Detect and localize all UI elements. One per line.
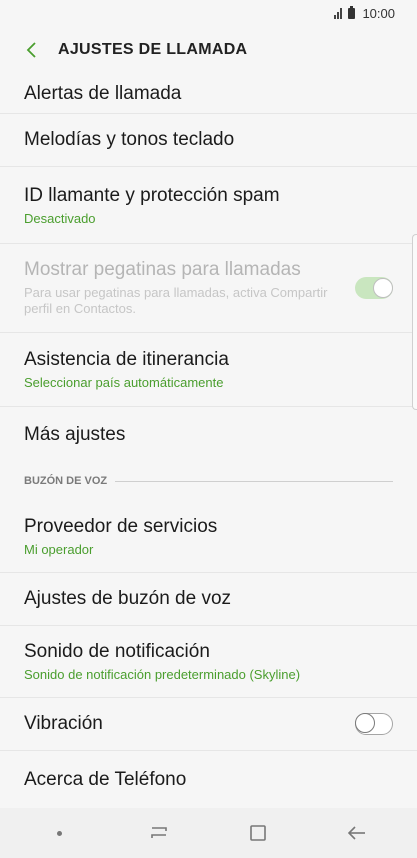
item-status: Seleccionar país automáticamente bbox=[24, 375, 224, 390]
settings-item-call-alerts[interactable]: Alertas de llamada bbox=[0, 74, 417, 114]
item-label: Acerca de Teléfono bbox=[24, 769, 187, 790]
call-stickers-toggle bbox=[355, 277, 393, 299]
item-label: Alertas de llamada bbox=[24, 82, 182, 104]
item-label: ID llamante y protección spam bbox=[24, 184, 280, 206]
settings-item-about-phone[interactable]: Acerca de Teléfono bbox=[0, 751, 417, 809]
app-header: AJUSTES DE LLAMADA bbox=[0, 26, 417, 74]
battery-icon bbox=[348, 5, 356, 19]
back-icon[interactable] bbox=[337, 813, 377, 853]
status-time: 10:00 bbox=[362, 5, 395, 21]
item-label: Mostrar pegatinas para llamadas bbox=[24, 259, 301, 280]
settings-item-ringtones[interactable]: Melodías y tonos teclado bbox=[0, 114, 417, 167]
back-arrow-icon[interactable] bbox=[20, 38, 44, 62]
vibration-toggle[interactable] bbox=[355, 713, 393, 735]
item-description: Para usar pegatinas para llamadas, activ… bbox=[24, 285, 328, 316]
section-header-voicemail: BUZÓN DE VOZ bbox=[0, 462, 417, 500]
settings-item-caller-id[interactable]: ID llamante y protección spam Desactivad… bbox=[0, 167, 417, 244]
navigation-bar bbox=[0, 808, 417, 858]
item-label: Melodías y tonos teclado bbox=[24, 129, 235, 150]
settings-item-service-provider[interactable]: Proveedor de servicios Mi operador bbox=[0, 500, 417, 573]
toggle-knob bbox=[373, 278, 393, 298]
settings-item-notification-sound[interactable]: Sonido de notificación Sonido de notific… bbox=[0, 626, 417, 698]
page-title: AJUSTES DE LLAMADA bbox=[58, 41, 248, 58]
settings-list: Alertas de llamada Melodías y tonos tecl… bbox=[0, 74, 417, 809]
item-status: Desactivado bbox=[24, 210, 96, 226]
toggle-knob bbox=[355, 713, 375, 733]
recent-apps-icon[interactable] bbox=[139, 813, 179, 853]
item-label: Asistencia de itinerancia bbox=[24, 349, 229, 370]
settings-item-voicemail-settings[interactable]: Ajustes de buzón de voz bbox=[0, 573, 417, 626]
scrollbar[interactable] bbox=[412, 234, 417, 410]
section-divider bbox=[115, 480, 393, 482]
item-label: Sonido de notificación bbox=[24, 641, 210, 662]
settings-item-vibration[interactable]: Vibración bbox=[0, 698, 417, 751]
settings-item-more-settings[interactable]: Más ajustes bbox=[0, 407, 417, 462]
home-icon[interactable] bbox=[238, 813, 278, 853]
item-label: Vibración bbox=[24, 713, 103, 734]
item-status: Sonido de notificación predeterminado (S… bbox=[24, 667, 301, 682]
item-status: Mi operador bbox=[24, 541, 94, 557]
item-label: Ajustes de buzón de voz bbox=[24, 588, 232, 609]
signal-icon bbox=[334, 7, 343, 19]
section-title: BUZÓN DE VOZ bbox=[24, 475, 108, 487]
settings-item-call-stickers: Mostrar pegatinas para llamadas Para usa… bbox=[0, 244, 417, 333]
status-bar: 10:00 bbox=[0, 0, 417, 26]
settings-item-roaming[interactable]: Asistencia de itinerancia Seleccionar pa… bbox=[0, 333, 417, 407]
dot-icon[interactable] bbox=[40, 813, 80, 853]
item-label: Proveedor de servicios bbox=[24, 515, 218, 537]
item-label: Más ajustes bbox=[24, 423, 126, 445]
